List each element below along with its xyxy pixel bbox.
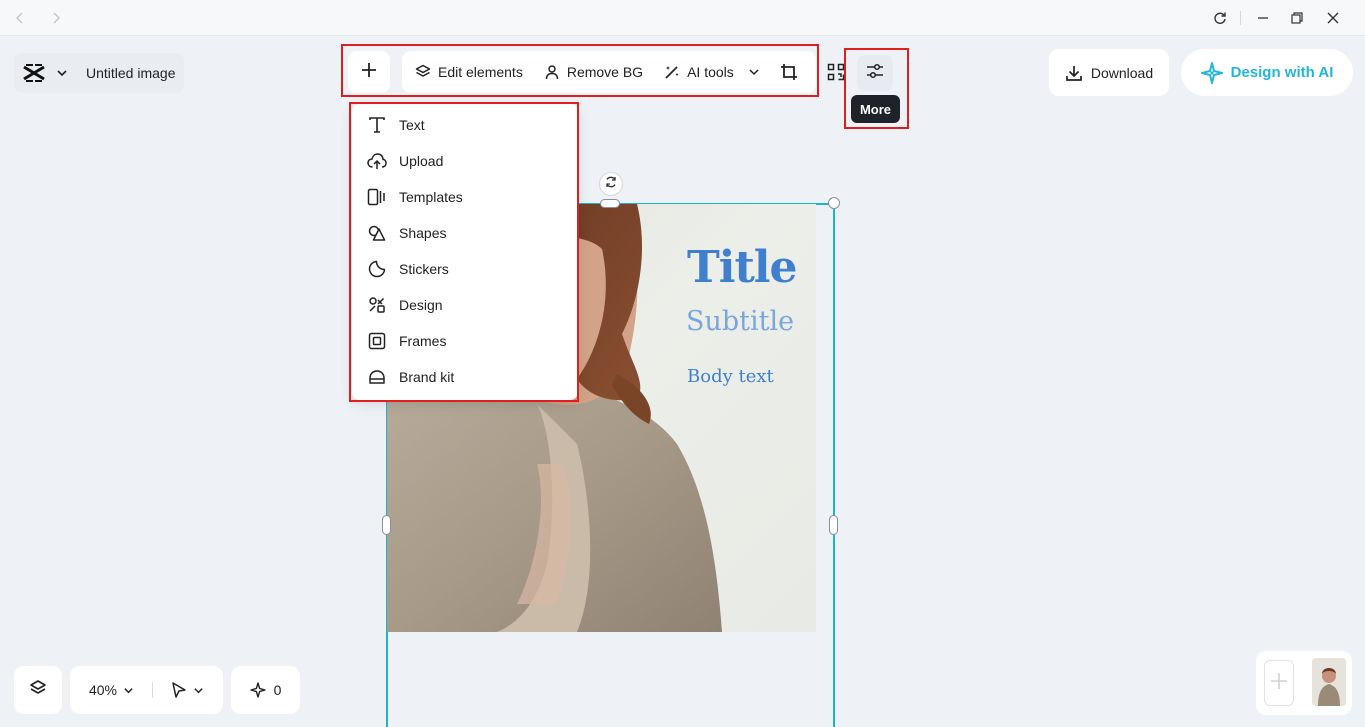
menu-item-frames[interactable]: Frames: [352, 323, 578, 359]
design-with-ai-button[interactable]: Design with AI: [1181, 49, 1353, 96]
add-element-menu: Text Upload Templates Shapes Stickers De…: [352, 104, 578, 400]
crop-icon: [780, 63, 798, 81]
more-tooltip: More: [851, 95, 900, 123]
capcut-logo-icon: [22, 61, 46, 85]
upload-cloud-icon: [367, 151, 387, 171]
menu-item-label: Shapes: [399, 225, 447, 241]
chevron-down-icon[interactable]: [56, 66, 70, 80]
restore-icon[interactable]: [1285, 6, 1309, 30]
menu-item-label: Upload: [399, 153, 444, 169]
plus-icon: [361, 62, 377, 83]
main-toolbar: Edit elements Remove BG AI tools: [402, 51, 816, 93]
layers-icon: [29, 679, 47, 702]
back-arrow-icon[interactable]: [8, 6, 32, 30]
ai-sparkle-icon: [1200, 61, 1223, 84]
selection-border-right: [833, 203, 835, 727]
pointer-cursor-icon[interactable]: [171, 681, 187, 699]
text-icon: [367, 115, 387, 135]
menu-item-label: Design: [399, 297, 443, 313]
zoom-level[interactable]: 40%: [89, 682, 117, 698]
forward-arrow-icon[interactable]: [44, 6, 68, 30]
window-titlebar: [0, 0, 1365, 36]
resize-handle-right[interactable]: [829, 515, 838, 535]
sliders-icon: [866, 62, 884, 85]
crop-button[interactable]: [780, 56, 804, 88]
menu-item-design[interactable]: Design: [352, 287, 578, 323]
chevron-down-icon: [748, 66, 760, 78]
ai-tools-label: AI tools: [687, 64, 734, 80]
add-page-button[interactable]: [1264, 660, 1294, 706]
magic-wand-icon: [663, 63, 681, 81]
close-icon[interactable]: [1321, 6, 1345, 30]
zoom-and-pointer-controls: 40%: [70, 666, 223, 714]
chevron-down-icon[interactable]: [123, 685, 134, 696]
sparkle-icon: [249, 682, 266, 698]
design-icon: [367, 295, 387, 315]
more-settings-button[interactable]: [857, 55, 893, 91]
canvas-body-text[interactable]: Body text: [687, 366, 774, 387]
layers-button[interactable]: [14, 666, 62, 714]
menu-item-label: Templates: [399, 189, 463, 205]
rotate-icon: [604, 175, 618, 194]
ai-credits-button[interactable]: 0: [231, 666, 300, 714]
download-label: Download: [1090, 64, 1154, 81]
brand-kit-icon: [367, 367, 387, 387]
design-with-ai-label: Design with AI: [1230, 64, 1334, 81]
menu-item-label: Frames: [399, 333, 447, 349]
frames-icon: [367, 331, 387, 351]
download-icon: [1065, 64, 1083, 82]
rotate-handle[interactable]: [599, 172, 623, 196]
page-thumbnails-panel: [1256, 651, 1352, 715]
page-thumbnail[interactable]: [1312, 658, 1346, 706]
shapes-icon: [367, 223, 387, 243]
resize-handle-top[interactable]: [600, 199, 620, 208]
remove-bg-label: Remove BG: [566, 64, 644, 80]
app-brand-menu[interactable]: Untitled image: [14, 53, 184, 93]
chevron-down-icon[interactable]: [193, 685, 204, 696]
menu-item-label: Text: [399, 117, 425, 133]
menu-item-upload[interactable]: Upload: [352, 143, 578, 179]
edit-elements-label: Edit elements: [438, 64, 523, 80]
canvas-subtitle-text[interactable]: Subtitle: [686, 306, 794, 337]
menu-item-label: Stickers: [399, 261, 449, 277]
resize-handle-top-right[interactable]: [828, 197, 840, 209]
templates-icon: [367, 187, 387, 207]
add-button[interactable]: [348, 51, 390, 93]
download-button[interactable]: Download: [1049, 49, 1169, 96]
ai-credits-count: 0: [273, 682, 282, 698]
reload-icon[interactable]: [1208, 6, 1232, 30]
canvas-title-text[interactable]: Title: [687, 242, 797, 293]
menu-item-templates[interactable]: Templates: [352, 179, 578, 215]
menu-item-brand-kit[interactable]: Brand kit: [352, 359, 578, 395]
edit-elements-button[interactable]: Edit elements: [414, 56, 523, 88]
menu-item-shapes[interactable]: Shapes: [352, 215, 578, 251]
titlebar-separator: [1240, 11, 1241, 25]
person-cutout-icon: [543, 63, 561, 81]
menu-item-label: Brand kit: [399, 369, 455, 385]
document-name[interactable]: Untitled image: [86, 65, 176, 81]
menu-item-stickers[interactable]: Stickers: [352, 251, 578, 287]
stickers-icon: [367, 259, 387, 279]
plus-icon: [1270, 672, 1288, 695]
qr-scan-icon[interactable]: [826, 62, 846, 82]
resize-handle-left[interactable]: [382, 515, 391, 535]
remove-bg-button[interactable]: Remove BG: [543, 56, 643, 88]
menu-item-text[interactable]: Text: [352, 107, 578, 143]
layers-icon: [414, 63, 432, 81]
zoom-separator: [152, 682, 154, 698]
minimize-icon[interactable]: [1251, 6, 1275, 30]
ai-tools-dropdown[interactable]: AI tools: [663, 56, 760, 88]
